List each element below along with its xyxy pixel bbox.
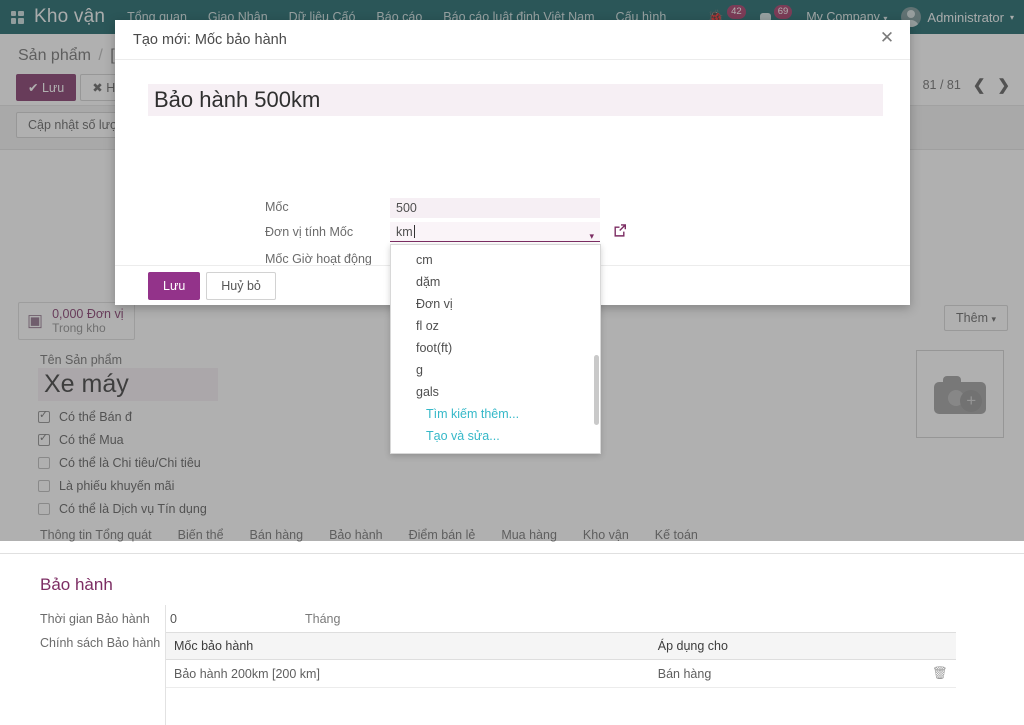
close-icon[interactable]: ✕ xyxy=(878,29,896,47)
warranty-section-title: Bảo hành xyxy=(40,575,113,594)
cell-applies-to: Bán hàng xyxy=(649,659,925,688)
cell-milestone: Bảo hành 200km [200 km] xyxy=(166,659,650,688)
column-header-applies-to[interactable]: Áp dụng cho xyxy=(649,632,925,660)
dialog-body: Bảo hành 500km Mốc 500 Đơn vị tính Mốc k… xyxy=(115,60,910,454)
milestone-value-input[interactable]: 500 xyxy=(390,198,600,218)
dialog-title: Tạo mới: Mốc bảo hành xyxy=(133,32,287,48)
external-link-icon[interactable] xyxy=(612,222,628,238)
trash-icon[interactable]: 🗑 xyxy=(924,659,956,688)
chevron-down-icon[interactable]: ▾ xyxy=(589,226,594,246)
dialog-cancel-button[interactable]: Huỷ bỏ xyxy=(206,271,276,300)
dropdown-option-dam[interactable]: dặm xyxy=(391,271,600,293)
column-header-milestone[interactable]: Mốc bảo hành xyxy=(166,632,650,660)
dialog-header: Tạo mới: Mốc bảo hành ✕ xyxy=(115,20,910,60)
dropdown-option-floz[interactable]: fl oz xyxy=(391,315,600,337)
table-row[interactable]: Bảo hành 200km [200 km] Bán hàng 🗑 xyxy=(166,659,956,688)
dropdown-option-donvi[interactable]: Đơn vị xyxy=(391,293,600,315)
warranty-policy-label: Chính sách Bảo hành xyxy=(40,636,161,650)
milestone-uom-label: Đơn vị tính Mốc xyxy=(265,225,354,239)
text-cursor xyxy=(413,225,415,238)
dropdown-create-and-edit[interactable]: Tạo và sửa... xyxy=(391,425,600,447)
warranty-duration-input[interactable]: 0 xyxy=(170,612,177,626)
dialog-save-button[interactable]: Lưu xyxy=(148,271,201,300)
milestone-uom-value: km xyxy=(396,225,413,239)
milestone-name-input[interactable]: Bảo hành 500km xyxy=(148,84,883,116)
dropdown-option-foot[interactable]: foot(ft) xyxy=(391,337,600,359)
table-header-row: Mốc bảo hành Áp dụng cho xyxy=(166,632,956,660)
warranty-duration-unit: Tháng xyxy=(305,612,341,626)
dropdown-option-g[interactable]: g xyxy=(391,359,600,381)
uom-autocomplete-dropdown: cm dặm Đơn vị fl oz foot(ft) g gals Tìm … xyxy=(390,244,601,454)
operating-hours-milestone-label: Mốc Giờ hoạt động xyxy=(265,252,372,266)
dropdown-option-cm[interactable]: cm xyxy=(391,249,600,271)
dropdown-search-more[interactable]: Tìm kiếm thêm... xyxy=(391,403,600,425)
dropdown-scrollbar[interactable] xyxy=(594,355,599,425)
column-header-actions xyxy=(924,632,956,660)
milestone-uom-input[interactable]: km ▾ xyxy=(390,222,600,242)
warranty-duration-label: Thời gian Bảo hành xyxy=(40,612,150,626)
create-warranty-milestone-dialog: Tạo mới: Mốc bảo hành ✕ Bảo hành 500km M… xyxy=(115,20,910,454)
warranty-policy-table: Mốc bảo hành Áp dụng cho Bảo hành 200km … xyxy=(166,632,956,688)
dropdown-option-gals[interactable]: gals xyxy=(391,381,600,403)
milestone-value-label: Mốc xyxy=(265,200,289,214)
